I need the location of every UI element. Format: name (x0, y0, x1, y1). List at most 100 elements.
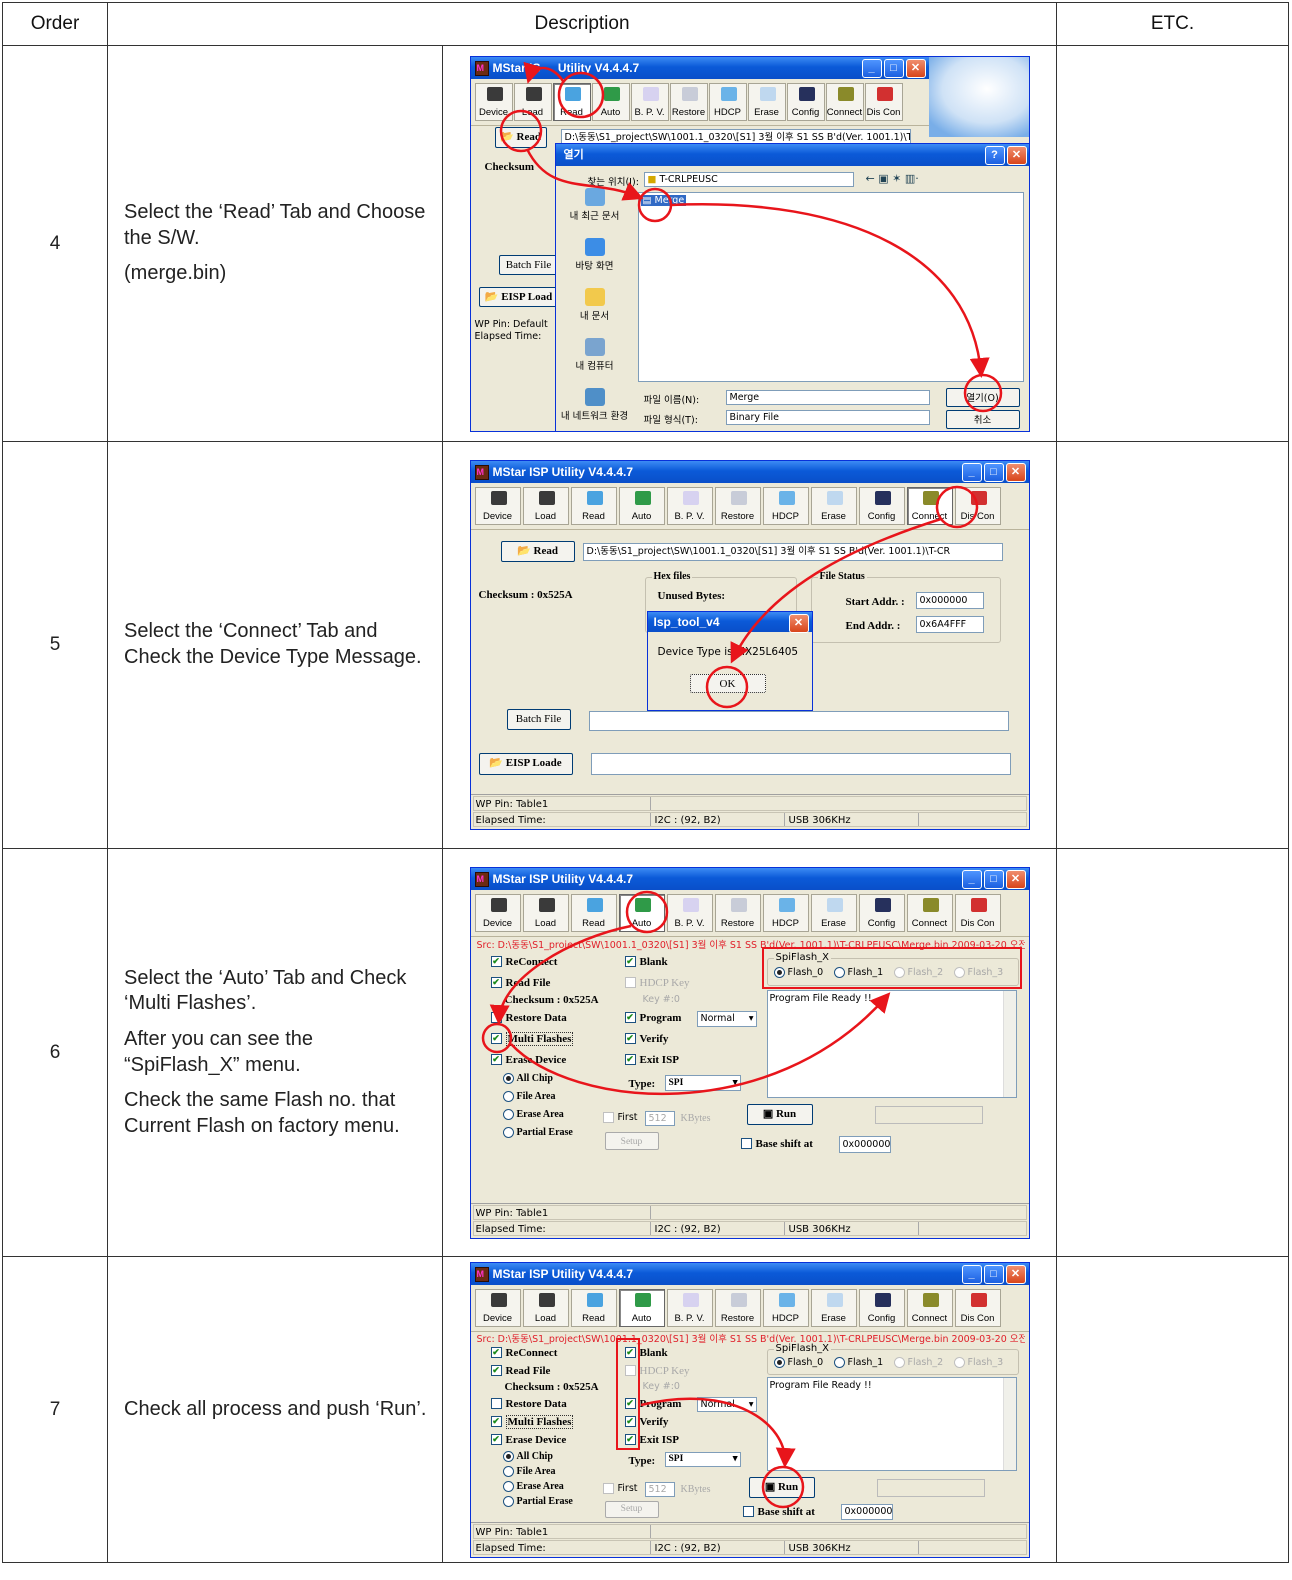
all-chip-radio[interactable]: All Chip (502, 1450, 553, 1462)
close-icon[interactable]: ✕ (1005, 463, 1026, 482)
close-icon[interactable]: ✕ (788, 614, 809, 633)
checkbox[interactable]: ✔ (624, 1347, 636, 1359)
flash-2-radio[interactable]: Flash_2 (893, 1356, 943, 1368)
tab-auto[interactable]: Auto (618, 893, 665, 932)
tab-load[interactable]: Load (513, 82, 552, 121)
tab-connect[interactable]: Connect (906, 1288, 953, 1327)
eisp-loader-button[interactable]: 📂 EISP Loade (478, 753, 573, 775)
tab-hdcp[interactable]: HDCP (762, 1288, 809, 1327)
cancel-button[interactable]: 취소 (945, 409, 1020, 429)
tab-read[interactable]: Read (552, 82, 591, 121)
checkbox[interactable]: ✔ (490, 1416, 502, 1428)
verify-checkbox[interactable]: ✔ Verify (624, 1416, 668, 1428)
checkbox[interactable]: ✔ (490, 1033, 502, 1045)
all-chip-radio[interactable]: All Chip (502, 1073, 553, 1084)
radio[interactable] (502, 1495, 514, 1507)
tab-auto[interactable]: Auto (618, 487, 665, 525)
minimize-icon[interactable]: _ (861, 58, 882, 78)
partial-erase-radio[interactable]: Partial Erase (502, 1495, 573, 1507)
base-shift-input[interactable]: 0x000000 (838, 1135, 891, 1153)
tab-config[interactable]: Config (858, 1288, 905, 1327)
tab-read[interactable]: Read (570, 487, 617, 525)
close-icon[interactable]: ✕ (1005, 1264, 1026, 1284)
radio[interactable] (502, 1108, 514, 1120)
tab-erase[interactable]: Erase (810, 487, 857, 525)
erase-area-radio[interactable]: Erase Area (502, 1108, 564, 1120)
tab-erase[interactable]: Erase (810, 1288, 857, 1327)
type-select[interactable]: SPI ▾ (664, 1074, 741, 1091)
radio[interactable] (773, 966, 785, 978)
tab-hdcp[interactable]: HDCP (762, 487, 809, 525)
checkbox[interactable] (742, 1506, 754, 1518)
read-button[interactable]: 📂 Read (494, 126, 547, 148)
hdcp-key-checkbox[interactable]: HDCP Key (624, 977, 690, 989)
flash-3-radio[interactable]: Flash_3 (953, 966, 1003, 978)
tab-device[interactable]: Device (474, 893, 521, 932)
tab-bpv[interactable]: B. P. V. (666, 1288, 713, 1327)
reconnect-checkbox[interactable]: ✔ ReConnect (490, 1347, 557, 1359)
partial-erase-radio[interactable]: Partial Erase (502, 1127, 573, 1138)
restore-data-checkbox[interactable]: Restore Data (490, 1398, 567, 1410)
tab-hdcp[interactable]: HDCP (762, 893, 809, 932)
file-item-merge[interactable]: ▤ Merge (640, 194, 687, 206)
program-mode-select[interactable]: Normal ▾ (696, 1010, 757, 1027)
checkbox[interactable] (740, 1138, 752, 1150)
ok-button[interactable]: OK (689, 674, 766, 693)
tab-erase[interactable]: Erase (810, 893, 857, 932)
navigation-icons[interactable]: ← ▣ ✶ ▥· (866, 172, 919, 185)
read-file-checkbox[interactable]: ✔ Read File (490, 977, 550, 989)
maximize-icon[interactable]: □ (983, 463, 1004, 482)
tab-read[interactable]: Read (570, 1288, 617, 1327)
tab-bpv[interactable]: B. P. V. (666, 487, 713, 525)
first-checkbox[interactable]: First (602, 1482, 638, 1494)
radio[interactable] (502, 1450, 514, 1462)
tab-load[interactable]: Load (522, 487, 569, 525)
reconnect-checkbox[interactable]: ✔ ReConnect (490, 956, 557, 968)
flash-2-radio[interactable]: Flash_2 (893, 966, 943, 978)
maximize-icon[interactable]: □ (983, 869, 1004, 889)
checkbox[interactable] (602, 1111, 614, 1123)
batch-file-button[interactable]: Batch File (506, 709, 571, 730)
tab-connect[interactable]: Connect (906, 487, 953, 525)
radio[interactable] (502, 1480, 514, 1492)
tab-device[interactable]: Device (474, 82, 513, 121)
radio[interactable] (953, 966, 965, 978)
checkbox[interactable]: ✔ (624, 1012, 636, 1024)
checkbox[interactable]: ✔ (624, 1054, 636, 1066)
minimize-icon[interactable]: _ (961, 1264, 982, 1284)
maximize-icon[interactable]: □ (883, 58, 904, 78)
radio[interactable] (893, 1356, 905, 1368)
type-select[interactable]: SPI ▾ (664, 1451, 741, 1467)
multi-flashes-checkbox[interactable]: ✔ Multi Flashes (490, 1414, 574, 1429)
erase-device-checkbox[interactable]: ✔ Erase Device (490, 1054, 566, 1066)
checkbox[interactable] (624, 1365, 636, 1377)
place-my-computer[interactable]: 내 컴퓨터 (560, 337, 630, 384)
tab-discon[interactable]: Dis Con (954, 487, 1001, 525)
checkbox[interactable]: ✔ (624, 956, 636, 968)
close-icon[interactable]: ✕ (1006, 145, 1027, 165)
tab-connect[interactable]: Connect (906, 893, 953, 932)
end-addr-field[interactable]: 0x6A4FFF (915, 616, 984, 633)
checkbox[interactable] (490, 1012, 502, 1024)
tab-restore[interactable]: Restore (669, 82, 708, 121)
file-area-radio[interactable]: File Area (502, 1091, 555, 1102)
minimize-icon[interactable]: _ (961, 463, 982, 482)
first-kbytes-input[interactable]: 512 (644, 1481, 675, 1497)
maximize-icon[interactable]: □ (983, 1264, 1004, 1284)
checkbox[interactable]: ✔ (490, 1434, 502, 1446)
exit-isp-checkbox[interactable]: ✔ Exit ISP (624, 1054, 679, 1066)
tab-config[interactable]: Config (858, 487, 905, 525)
flash-3-radio[interactable]: Flash_3 (953, 1356, 1003, 1368)
first-kbytes-input[interactable]: 512 (644, 1110, 675, 1126)
filename-input[interactable]: Merge (725, 389, 930, 405)
tab-auto[interactable]: Auto (591, 82, 630, 121)
tab-read[interactable]: Read (570, 893, 617, 932)
checkbox[interactable] (490, 1398, 502, 1410)
log-scrollbar[interactable] (1002, 990, 1016, 1097)
place-desktop[interactable]: 바탕 화면 (560, 237, 630, 284)
tab-discon[interactable]: Dis Con (954, 1288, 1001, 1327)
setup-button[interactable]: Setup (604, 1500, 659, 1518)
tab-config[interactable]: Config (858, 893, 905, 932)
erase-area-radio[interactable]: Erase Area (502, 1480, 564, 1492)
log-scrollbar[interactable] (1002, 1377, 1016, 1470)
